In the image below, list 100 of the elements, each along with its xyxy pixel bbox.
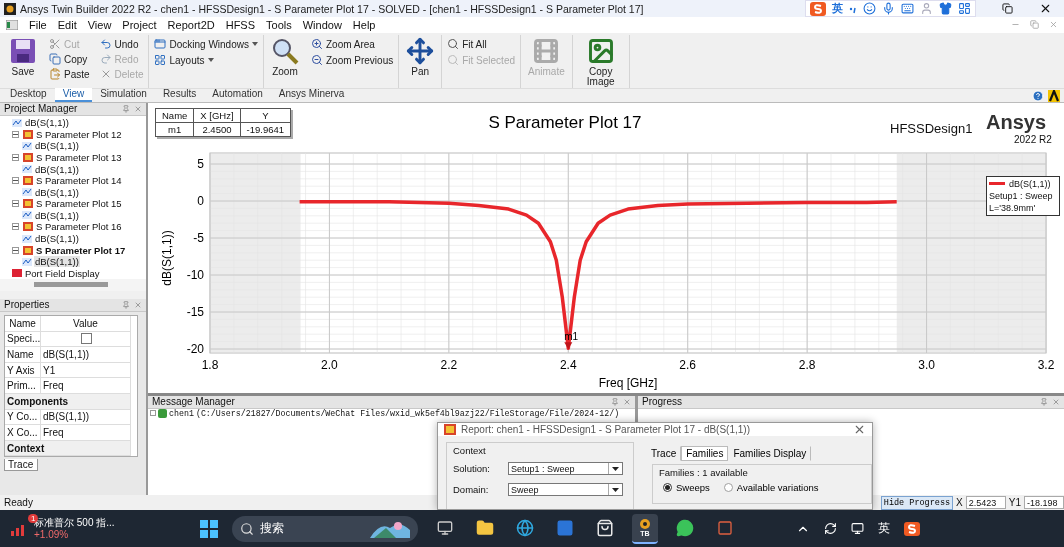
menu-item[interactable]: Window [302,19,342,31]
toolbar-button[interactable]: Layouts [154,52,258,68]
dialog-tab[interactable]: Families Display [728,446,812,461]
tree-item[interactable]: S Parameter Plot 17 [35,244,127,256]
y-tick-label: -15 [186,304,204,319]
toolbar-button[interactable]: Fit All [447,36,516,52]
dropdown-field[interactable]: Sweep [508,483,623,496]
x-tick-label: 2.8 [798,357,816,372]
panel-tab[interactable]: Trace [4,459,38,472]
status-text: Ready [4,497,33,509]
ribbon-tab[interactable]: Ansys Minerva [270,87,353,102]
menu-item[interactable]: Help [352,19,376,31]
radio-option[interactable]: Available variations [723,482,819,493]
keyboard-icon[interactable] [901,2,914,15]
toolbar-button[interactable]: Zoom Area [310,36,394,52]
collapse-icon[interactable] [12,200,19,208]
y-tick-label: 0 [197,193,204,208]
radio-option[interactable]: Sweeps [663,482,710,493]
film-icon [532,36,561,65]
grid-icon[interactable] [958,2,971,15]
toolbar-button[interactable]: Docking Windows [154,36,258,52]
tree-item[interactable]: dB(S(1,1)) [24,117,70,129]
input-mode-indicator[interactable]: 英 [878,520,890,538]
search-icon [447,38,460,51]
microphone-icon[interactable] [882,2,895,15]
trace-icon [22,211,32,220]
widget-change: +1.09% [34,528,70,541]
property-value[interactable]: Freq [41,425,131,441]
tree-item[interactable]: S Parameter Plot 14 [35,175,123,187]
menu-item[interactable]: Report2D [167,19,215,31]
x-tick-label: 1.8 [201,357,219,372]
emoji-icon[interactable] [863,2,876,15]
toolbar-button[interactable]: Zoom [268,36,301,78]
plot-icon [23,129,33,139]
menu-item[interactable]: View [87,19,112,31]
dialog-tab[interactable]: Families [681,446,729,461]
dropdown-field[interactable]: Setup1 : Sweep [508,462,623,475]
scrollbar-thumb[interactable] [34,282,108,288]
ribbon-tab[interactable]: Automation [204,87,271,102]
tree-item[interactable]: dB(S(1,1)) [34,140,80,152]
expand-icon[interactable] [150,410,156,417]
trace-icon [22,257,32,266]
tree-item[interactable]: Port Field Display [24,267,101,279]
tree-item[interactable]: dB(S(1,1)) [34,233,80,245]
tree-item[interactable]: dB(S(1,1)) [34,163,80,175]
column-header: X [GHz] [193,108,241,123]
windows-start-icon[interactable] [200,519,218,538]
input-mode-toggle[interactable]: 英 [832,1,843,16]
ime-logo-icon[interactable] [904,521,920,536]
restore-icon[interactable] [1002,3,1013,14]
menu-item[interactable]: Tools [266,19,292,31]
toolbar-button[interactable]: Paste [49,66,90,82]
legend-text: Setup1 : Sweep [989,189,1054,202]
redo-icon [99,53,112,66]
search-field[interactable]: 搜索 [232,515,418,542]
tree-item[interactable]: dB(S(1,1)) [34,186,80,198]
search-icon [240,521,254,536]
collapse-icon[interactable] [12,154,19,161]
ribbon-tab[interactable]: Results [154,87,205,102]
checkbox[interactable] [81,333,92,345]
collapse-icon[interactable] [12,177,19,185]
tree-item[interactable]: S Parameter Plot 12 [35,128,123,140]
tree-item[interactable]: S Parameter Plot 13 [35,152,123,163]
ribbon-tab[interactable]: Simulation [92,87,155,102]
y-axis-title: dB(S(1,1)) [160,230,174,286]
property-value[interactable]: Freq [41,378,131,394]
column-header: Name [155,108,194,123]
toolbar-button[interactable]: Copy Image [577,36,624,88]
tree-item[interactable]: dB(S(1,1)) [34,209,80,221]
tree-item[interactable]: S Parameter Plot 16 [35,221,123,233]
toolbar-button[interactable]: Undo [99,36,144,52]
menu-item[interactable]: Edit [57,19,77,31]
legend-text: L='38.9mm' [989,201,1037,214]
trace-icon [22,234,32,243]
toolbar-button[interactable]: Save [7,36,39,78]
menu-item[interactable]: File [29,19,47,31]
toolbar-button[interactable]: Pan [404,36,437,78]
menu-item[interactable]: HFSS [225,19,256,31]
x-tick-label: 2.0 [321,357,338,372]
toolbar-button[interactable]: Copy [49,51,90,67]
window-icon [154,38,167,51]
menu-item[interactable]: Project [122,19,157,31]
hide-progress-button[interactable]: Hide Progress [880,495,954,510]
display-icon[interactable] [851,522,864,536]
app-logo-icon [4,2,16,15]
trace-icon [22,141,32,150]
property-value[interactable]: dB(S(1,1)) [41,347,131,363]
toolbar-button[interactable]: Zoom Previous [310,52,394,68]
y-tick-label: 5 [197,156,204,171]
tree-item[interactable]: S Parameter Plot 15 [35,198,123,210]
ribbon-tab[interactable]: Desktop [2,87,55,102]
collapse-icon[interactable] [12,246,19,254]
collapse-icon[interactable] [12,130,19,138]
help-icon[interactable] [1032,89,1044,102]
shirt-icon[interactable] [939,2,952,15]
sync-icon[interactable] [824,522,837,536]
tree-item[interactable]: dB(S(1,1)) [34,256,80,268]
plot-icon [23,245,33,255]
collapse-icon[interactable] [12,223,19,231]
close-icon[interactable] [1039,2,1052,15]
